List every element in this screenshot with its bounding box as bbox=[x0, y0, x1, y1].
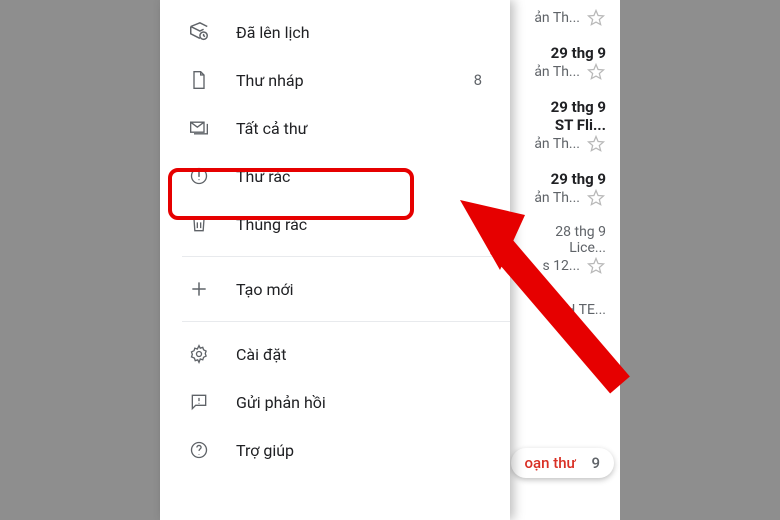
email-subject-frag: s 12... bbox=[542, 258, 580, 274]
sidebar-item-spam[interactable]: Thư rác bbox=[160, 152, 510, 200]
sidebar-item-drafts[interactable]: Thư nháp 8 bbox=[160, 56, 510, 104]
compose-button[interactable]: oạn thư 9 bbox=[511, 448, 614, 478]
sidebar-item-label: Trợ giúp bbox=[236, 441, 510, 460]
star-icon[interactable] bbox=[586, 188, 606, 208]
sidebar-item-label: Thư nháp bbox=[236, 71, 474, 90]
sidebar-item-label: Tất cả thư bbox=[236, 119, 510, 138]
sidebar-item-label: Gửi phản hồi bbox=[236, 393, 510, 412]
star-icon[interactable] bbox=[586, 62, 606, 82]
email-fragment: 9 bbox=[591, 454, 600, 472]
star-icon[interactable] bbox=[586, 256, 606, 276]
sidebar-item-label: Đã lên lịch bbox=[236, 23, 510, 42]
spam-icon bbox=[188, 165, 210, 187]
email-subject-frag: ản Th... bbox=[534, 190, 580, 206]
sidebar-item-label: Cài đặt bbox=[236, 345, 510, 364]
star-icon[interactable] bbox=[586, 134, 606, 154]
all-mail-icon bbox=[188, 117, 210, 139]
sidebar-item-all-mail[interactable]: Tất cả thư bbox=[160, 104, 510, 152]
sidebar-item-feedback[interactable]: Gửi phản hồi bbox=[160, 378, 510, 426]
draft-icon bbox=[188, 69, 210, 91]
sidebar-item-label: Thư rác bbox=[236, 167, 510, 186]
trash-icon bbox=[188, 213, 210, 235]
sidebar-item-scheduled[interactable]: Đã lên lịch bbox=[160, 8, 510, 56]
feedback-icon bbox=[188, 391, 210, 413]
gear-icon bbox=[188, 343, 210, 365]
sidebar-item-trash[interactable]: Thùng rác bbox=[160, 200, 510, 248]
email-subject-frag: ản Th... bbox=[534, 64, 580, 80]
draft-count: 8 bbox=[474, 71, 482, 89]
compose-label-frag: oạn thư bbox=[525, 454, 576, 472]
sidebar-item-help[interactable]: Trợ giúp bbox=[160, 426, 510, 474]
sidebar-item-settings[interactable]: Cài đặt bbox=[160, 330, 510, 378]
sidebar-item-label: Tạo mới bbox=[236, 280, 510, 299]
help-icon bbox=[188, 439, 210, 461]
sidebar-drawer: Đã lên lịch Thư nháp 8 Tất cả thư Thư rá… bbox=[160, 0, 510, 520]
divider bbox=[182, 256, 510, 257]
star-icon[interactable] bbox=[586, 8, 606, 28]
divider bbox=[182, 321, 510, 322]
scheduled-icon bbox=[188, 21, 210, 43]
sidebar-item-label: Thùng rác bbox=[236, 215, 510, 234]
email-subject-frag: ản Th... bbox=[534, 10, 580, 26]
plus-icon bbox=[188, 278, 210, 300]
email-subject-frag: ản Th... bbox=[534, 136, 580, 152]
sidebar-item-create-new[interactable]: Tạo mới bbox=[160, 265, 510, 313]
